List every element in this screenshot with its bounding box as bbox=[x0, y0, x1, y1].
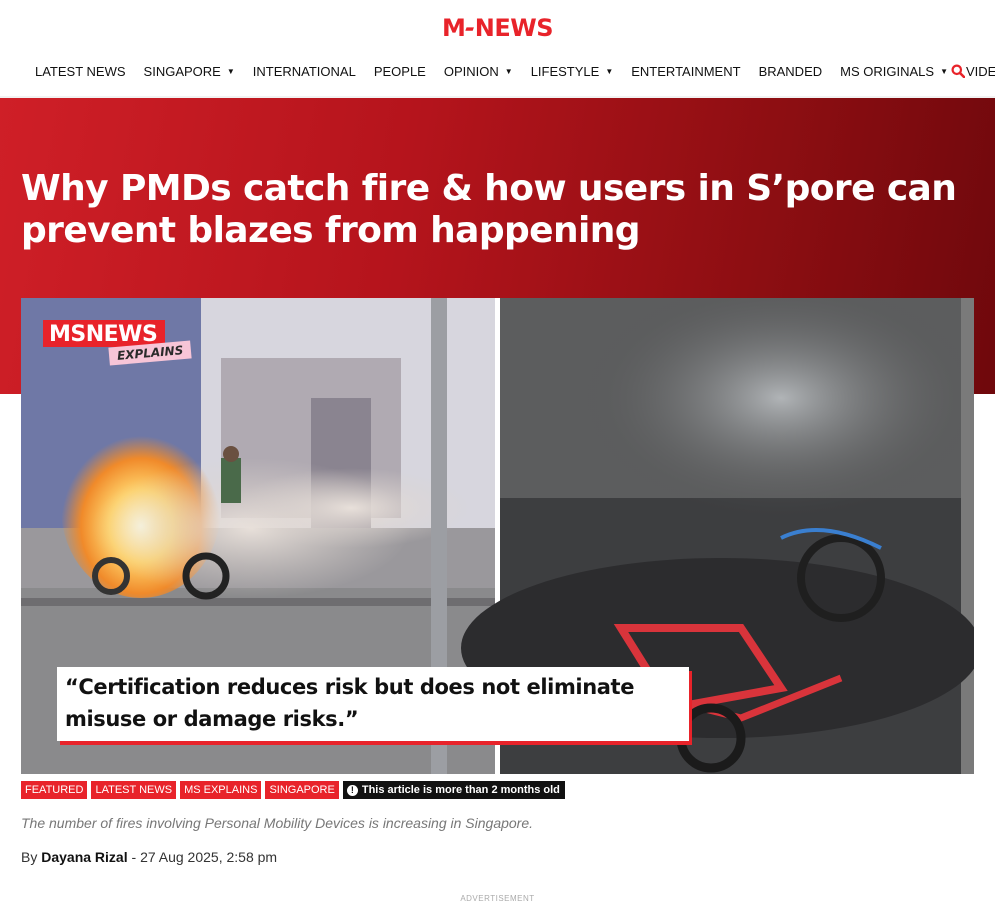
chevron-down-icon: ▼ bbox=[940, 66, 948, 76]
nav-label: LIFESTYLE bbox=[530, 63, 600, 79]
publish-date: 27 Aug 2025, 2:58 pm bbox=[140, 849, 278, 865]
chevron-down-icon: ▼ bbox=[226, 66, 235, 76]
nav-label: OPINION bbox=[443, 63, 499, 79]
author-link[interactable]: Dayana Rizal bbox=[41, 849, 127, 865]
nav-item-latest-news[interactable]: LATEST NEWS bbox=[35, 64, 126, 79]
featured-image[interactable]: MSNEWS EXPLAINS “Certification reduces r… bbox=[21, 298, 974, 774]
nav-item-singapore[interactable]: SINGAPORE ▼ bbox=[144, 64, 235, 79]
logo-text-right: NEWS bbox=[474, 14, 554, 42]
msnews-explains-badge: MSNEWS EXPLAINS bbox=[43, 320, 192, 366]
byline-prefix: By bbox=[21, 849, 38, 865]
nav-item-entertainment[interactable]: ENTERTAINMENT bbox=[631, 64, 740, 79]
chevron-down-icon: ▼ bbox=[605, 66, 614, 76]
nav-item-international[interactable]: INTERNATIONAL bbox=[253, 64, 356, 79]
nav-label: BRANDED bbox=[758, 63, 823, 79]
site-logo[interactable]: M-NEWS bbox=[0, 14, 995, 42]
advertisement-label: ADVERTISEMENT bbox=[460, 894, 535, 903]
image-quote: “Certification reduces risk but does not… bbox=[57, 667, 689, 741]
nav-item-people[interactable]: PEOPLE bbox=[374, 64, 426, 79]
nav-item-ms-originals[interactable]: MS ORIGINALS ▼ bbox=[840, 64, 948, 79]
article-age-text: This article is more than 2 months old bbox=[361, 784, 560, 796]
image-caption: The number of fires involving Personal M… bbox=[21, 815, 534, 831]
nav-label: ENTERTAINMENT bbox=[631, 63, 741, 79]
chevron-down-icon: ▼ bbox=[504, 66, 513, 76]
info-icon: ! bbox=[346, 784, 358, 796]
nav-item-branded[interactable]: BRANDED bbox=[759, 64, 823, 79]
byline: By Dayana Rizal - 27 Aug 2025, 2:58 pm bbox=[21, 849, 277, 865]
article-tags: FEATURED LATEST NEWS MS EXPLAINS SINGAPO… bbox=[21, 781, 565, 799]
badge-news-text: MSNEWS bbox=[43, 320, 166, 347]
nav-label: PEOPLE bbox=[373, 63, 426, 79]
tag-ms-explains[interactable]: MS EXPLAINS bbox=[180, 781, 262, 799]
nav-label: SINGAPORE bbox=[143, 63, 221, 79]
byline-separator: - bbox=[131, 849, 137, 865]
tag-featured[interactable]: FEATURED bbox=[21, 781, 88, 799]
main-nav: LATEST NEWS SINGAPORE ▼ INTERNATIONAL PEO… bbox=[35, 62, 995, 80]
nav-label: MS ORIGINALS bbox=[840, 63, 935, 79]
article-title: Why PMDs catch fire & how users in S’por… bbox=[21, 168, 957, 251]
nav-item-videos[interactable]: VIDEOS bbox=[966, 64, 995, 79]
nav-label: LATEST NEWS bbox=[35, 63, 126, 79]
tag-latest-news[interactable]: LATEST NEWS bbox=[91, 781, 177, 799]
nav-item-lifestyle[interactable]: LIFESTYLE ▼ bbox=[531, 64, 614, 79]
tag-singapore[interactable]: SINGAPORE bbox=[265, 781, 339, 799]
article-age-notice: ! This article is more than 2 months old bbox=[342, 781, 565, 799]
search-icon[interactable] bbox=[951, 64, 965, 78]
nav-label: VIDEOS bbox=[965, 63, 995, 79]
nav-item-opinion[interactable]: OPINION ▼ bbox=[444, 64, 513, 79]
nav-label: INTERNATIONAL bbox=[252, 63, 356, 79]
